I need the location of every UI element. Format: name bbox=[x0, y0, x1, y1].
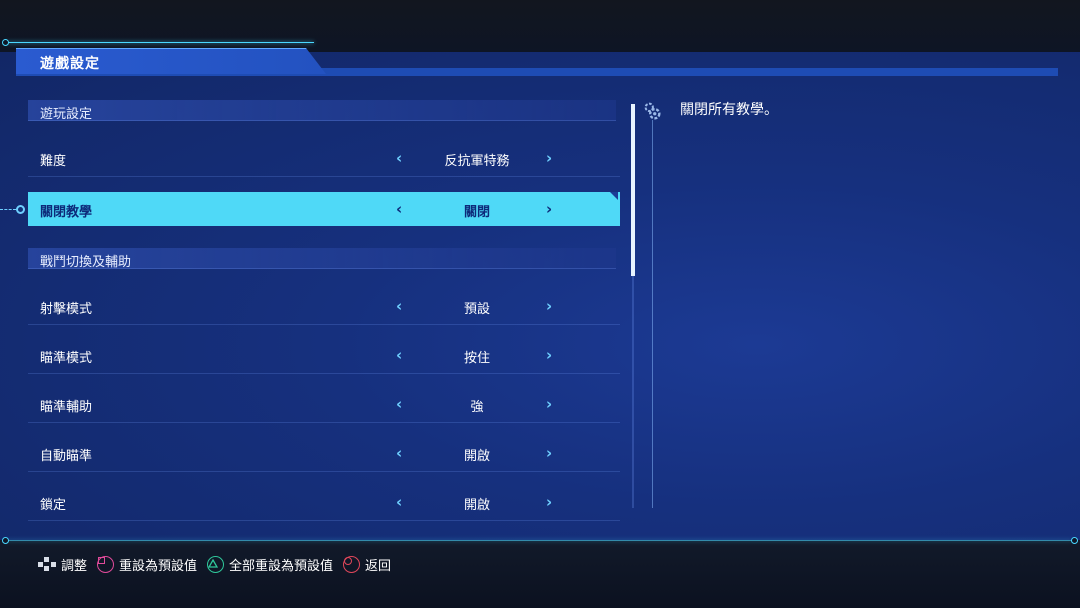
section-header-play: 遊玩設定 bbox=[28, 100, 616, 122]
prompt-back[interactable]: 返回 bbox=[343, 555, 391, 574]
button-prompts: 調整 重設為預設值 全部重設為預設值 返回 bbox=[38, 553, 401, 575]
chevron-right-icon[interactable]: › bbox=[546, 493, 552, 511]
top-frame bbox=[0, 0, 1080, 52]
section-header-combat: 戰鬥切換及輔助 bbox=[28, 248, 616, 270]
prompt-label: 調整 bbox=[61, 558, 88, 574]
prompt-label: 返回 bbox=[365, 558, 392, 574]
setting-value: 反抗軍特務 bbox=[444, 154, 510, 169]
section-title: 遊玩設定 bbox=[40, 107, 93, 122]
square-button-icon bbox=[97, 555, 115, 573]
frame-glow-line-bottom bbox=[6, 540, 1072, 541]
setting-value: 開啟 bbox=[463, 498, 490, 513]
circle-button-icon bbox=[343, 555, 361, 573]
prompt-label: 重設為預設值 bbox=[119, 558, 198, 574]
chevron-left-icon[interactable]: ‹ bbox=[396, 149, 402, 167]
setting-label: 自動瞄準 bbox=[40, 449, 93, 464]
chevron-left-icon[interactable]: ‹ bbox=[396, 346, 402, 364]
setting-row-auto-aim[interactable]: 自動瞄準 ‹ 開啟 › bbox=[28, 436, 620, 472]
selection-pointer-line bbox=[0, 209, 16, 210]
page-title: 遊戲設定 bbox=[40, 56, 100, 72]
chevron-left-icon[interactable]: ‹ bbox=[396, 493, 402, 511]
chevron-right-icon[interactable]: › bbox=[546, 346, 552, 364]
chevron-left-icon[interactable]: ‹ bbox=[396, 297, 402, 315]
setting-value: 按住 bbox=[463, 351, 490, 366]
setting-label: 瞄準模式 bbox=[40, 351, 93, 366]
setting-row-difficulty[interactable]: 難度 ‹ 反抗軍特務 › bbox=[28, 141, 620, 177]
chevron-right-icon[interactable]: › bbox=[546, 395, 552, 413]
setting-value: 關閉 bbox=[463, 205, 490, 220]
prompt-reset-default[interactable]: 重設為預設值 bbox=[97, 555, 197, 574]
gear-icon bbox=[641, 100, 663, 122]
chevron-left-icon[interactable]: ‹ bbox=[396, 200, 402, 218]
setting-value: 強 bbox=[470, 400, 484, 415]
corner-mark bbox=[610, 192, 618, 200]
setting-row-lock-on[interactable]: 鎖定 ‹ 開啟 › bbox=[28, 485, 620, 521]
chevron-right-icon[interactable]: › bbox=[546, 149, 552, 167]
section-title: 戰鬥切換及輔助 bbox=[40, 255, 132, 270]
chevron-left-icon[interactable]: ‹ bbox=[396, 395, 402, 413]
frame-node-top-left bbox=[2, 39, 9, 46]
setting-label: 鎖定 bbox=[40, 498, 67, 513]
setting-label: 難度 bbox=[40, 154, 67, 169]
chevron-right-icon[interactable]: › bbox=[546, 297, 552, 315]
setting-label: 射擊模式 bbox=[40, 302, 93, 317]
setting-value: 預設 bbox=[463, 302, 490, 317]
prompt-label: 全部重設為預設值 bbox=[229, 558, 334, 574]
description-text: 關閉所有教學。 bbox=[680, 102, 778, 118]
frame-node-bottom-right bbox=[1071, 537, 1078, 544]
frame-node-bottom-left bbox=[2, 537, 9, 544]
triangle-button-icon bbox=[207, 555, 225, 573]
dpad-icon bbox=[38, 557, 56, 571]
setting-row-fire-mode[interactable]: 射擊模式 ‹ 預設 › bbox=[28, 289, 620, 325]
description-divider bbox=[652, 120, 653, 508]
setting-label: 關閉教學 bbox=[40, 205, 93, 220]
setting-row-disable-tutorial[interactable]: 關閉教學 ‹ 關閉 › bbox=[28, 192, 620, 226]
prompt-adjust[interactable]: 調整 bbox=[38, 555, 87, 574]
setting-row-aim-assist[interactable]: 瞄準輔助 ‹ 強 › bbox=[28, 387, 620, 423]
frame-glow-line-top-left bbox=[6, 42, 314, 43]
chevron-right-icon[interactable]: › bbox=[546, 200, 552, 218]
selection-pointer-icon bbox=[16, 205, 25, 214]
setting-row-aim-mode[interactable]: 瞄準模式 ‹ 按住 › bbox=[28, 338, 620, 374]
prompt-reset-all[interactable]: 全部重設為預設值 bbox=[207, 555, 333, 574]
chevron-left-icon[interactable]: ‹ bbox=[396, 444, 402, 462]
setting-label: 瞄準輔助 bbox=[40, 400, 93, 415]
chevron-right-icon[interactable]: › bbox=[546, 444, 552, 462]
setting-value: 開啟 bbox=[463, 449, 490, 464]
scrollbar-thumb[interactable] bbox=[631, 104, 635, 276]
